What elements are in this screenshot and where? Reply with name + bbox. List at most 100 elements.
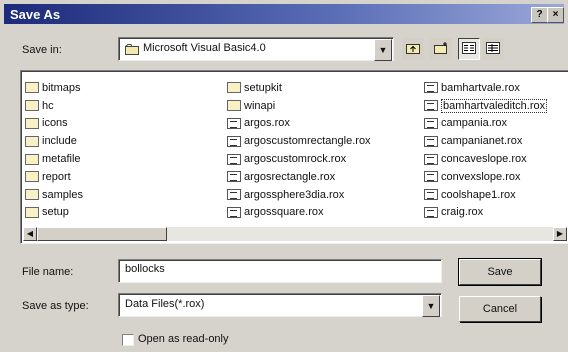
file-item[interactable]: argosrectangle.rox xyxy=(227,168,371,186)
folder-item[interactable]: hc xyxy=(25,97,83,115)
folder-item[interactable]: include xyxy=(25,132,83,150)
file-icon xyxy=(424,82,438,94)
folder-item[interactable]: icons xyxy=(25,115,83,133)
chevron-down-icon[interactable]: ▼ xyxy=(422,295,440,317)
folder-icon xyxy=(25,100,39,112)
list-view-icon xyxy=(462,42,476,54)
new-folder-button[interactable] xyxy=(430,38,452,60)
item-label: include xyxy=(42,135,77,148)
file-item[interactable]: argos.rox xyxy=(227,115,371,133)
file-column-3: bamhartvale.rox bamhartvaleditch.rox campa… xyxy=(424,79,548,222)
file-item[interactable]: convexslope.rox xyxy=(424,168,547,186)
details-view-icon xyxy=(486,42,500,54)
file-item[interactable]: coolshape1.rox xyxy=(424,186,547,204)
item-label: bamhartvale.rox xyxy=(441,81,520,94)
item-label: hc xyxy=(42,99,54,112)
folder-icon xyxy=(25,206,39,218)
file-name-label: File name: xyxy=(22,266,74,278)
folder-item[interactable]: report xyxy=(25,168,83,186)
file-list[interactable]: bitmaps hc icons include metafile report sampl… xyxy=(20,70,568,244)
item-label: argossquare.rox xyxy=(244,206,324,219)
item-label: campanianet.rox xyxy=(441,135,523,148)
file-icon xyxy=(424,171,438,183)
item-label: argos.rox xyxy=(244,117,290,130)
file-icon xyxy=(424,100,438,112)
item-label: concaveslope.rox xyxy=(441,153,527,166)
item-label: bamhartvaleditch.rox xyxy=(441,98,548,113)
folder-icon xyxy=(25,117,39,129)
item-label: samples xyxy=(42,188,83,201)
save-as-type-value: Data Files(*.rox) xyxy=(125,298,205,310)
file-item[interactable]: argossquare.rox xyxy=(227,204,371,222)
folder-icon xyxy=(227,100,241,112)
folder-icon xyxy=(25,171,39,183)
file-item[interactable]: argoscustomrock.rox xyxy=(227,150,371,168)
file-icon xyxy=(424,153,438,165)
scroll-left-arrow[interactable]: ◀ xyxy=(23,227,37,241)
title-bar: Save As ? × xyxy=(4,4,564,24)
horizontal-scrollbar[interactable]: ◀ ▶ xyxy=(23,227,567,241)
folder-icon xyxy=(25,189,39,201)
item-label: setup xyxy=(42,206,69,219)
folder-icon xyxy=(125,44,139,58)
help-button[interactable]: ? xyxy=(531,7,548,23)
chevron-down-icon[interactable]: ▼ xyxy=(374,39,392,61)
item-label: report xyxy=(42,170,71,183)
close-button[interactable]: × xyxy=(547,7,564,23)
folder-item[interactable]: bitmaps xyxy=(25,79,83,97)
read-only-checkbox[interactable] xyxy=(122,334,134,346)
file-icon xyxy=(227,117,241,129)
file-icon xyxy=(227,153,241,165)
file-icon xyxy=(227,206,241,218)
scroll-right-arrow[interactable]: ▶ xyxy=(553,227,567,241)
save-as-dialog: Save As ? × Save in: Microsoft Visual Ba… xyxy=(0,0,568,352)
read-only-label: Open as read-only xyxy=(138,333,229,345)
file-item[interactable]: campanianet.rox xyxy=(424,132,547,150)
file-icon xyxy=(424,189,438,201)
file-icon xyxy=(227,171,241,183)
save-button[interactable]: Save xyxy=(458,258,542,286)
file-item[interactable]: argoscustomrectangle.rox xyxy=(227,132,371,150)
file-icon xyxy=(227,189,241,201)
item-label: setupkit xyxy=(244,81,282,94)
folder-icon xyxy=(25,153,39,165)
item-label: winapi xyxy=(244,99,276,112)
scrollbar-thumb[interactable] xyxy=(37,227,167,241)
up-folder-icon xyxy=(406,44,420,54)
file-item[interactable]: bamhartvale.rox xyxy=(424,79,547,97)
item-label: convexslope.rox xyxy=(441,170,521,183)
save-as-type-label: Save as type: xyxy=(22,300,89,312)
up-folder-button[interactable] xyxy=(402,38,424,60)
file-item[interactable]: campania.rox xyxy=(424,115,547,133)
save-in-label: Save in: xyxy=(22,44,62,56)
file-column-1: bitmaps hc icons include metafile report sampl… xyxy=(25,79,83,221)
save-as-type-combo[interactable]: Data Files(*.rox) ▼ xyxy=(118,293,442,317)
file-column-2: setupkit winapi argos.rox argoscustomrectan… xyxy=(227,79,371,221)
folder-item[interactable]: setup xyxy=(25,204,83,222)
file-icon xyxy=(424,206,438,218)
file-icon xyxy=(424,117,438,129)
file-item[interactable]: argossphere3dia.rox xyxy=(227,186,371,204)
folder-item[interactable]: samples xyxy=(25,186,83,204)
folder-item[interactable]: metafile xyxy=(25,150,83,168)
list-view-button[interactable] xyxy=(458,38,480,60)
item-label: argoscustomrectangle.rox xyxy=(244,135,371,148)
details-view-button[interactable] xyxy=(482,38,504,60)
item-label: bitmaps xyxy=(42,81,81,94)
file-item[interactable]: concaveslope.rox xyxy=(424,150,547,168)
dialog-title: Save As xyxy=(10,7,61,22)
item-label: argoscustomrock.rox xyxy=(244,153,347,166)
save-in-value: Microsoft Visual Basic4.0 xyxy=(143,42,266,54)
file-item[interactable]: bamhartvaleditch.rox xyxy=(424,97,548,115)
folder-item[interactable]: setupkit xyxy=(227,79,371,97)
folder-item[interactable]: winapi xyxy=(227,97,371,115)
file-item[interactable]: craig.rox xyxy=(424,204,547,222)
item-label: argossphere3dia.rox xyxy=(244,188,345,201)
save-in-combo[interactable]: Microsoft Visual Basic4.0 ▼ xyxy=(118,37,394,61)
item-label: argosrectangle.rox xyxy=(244,170,336,183)
file-name-input[interactable]: bollocks xyxy=(118,259,442,283)
cancel-button[interactable]: Cancel xyxy=(459,296,541,322)
file-icon xyxy=(227,135,241,147)
folder-icon xyxy=(25,82,39,94)
item-label: campania.rox xyxy=(441,117,508,130)
